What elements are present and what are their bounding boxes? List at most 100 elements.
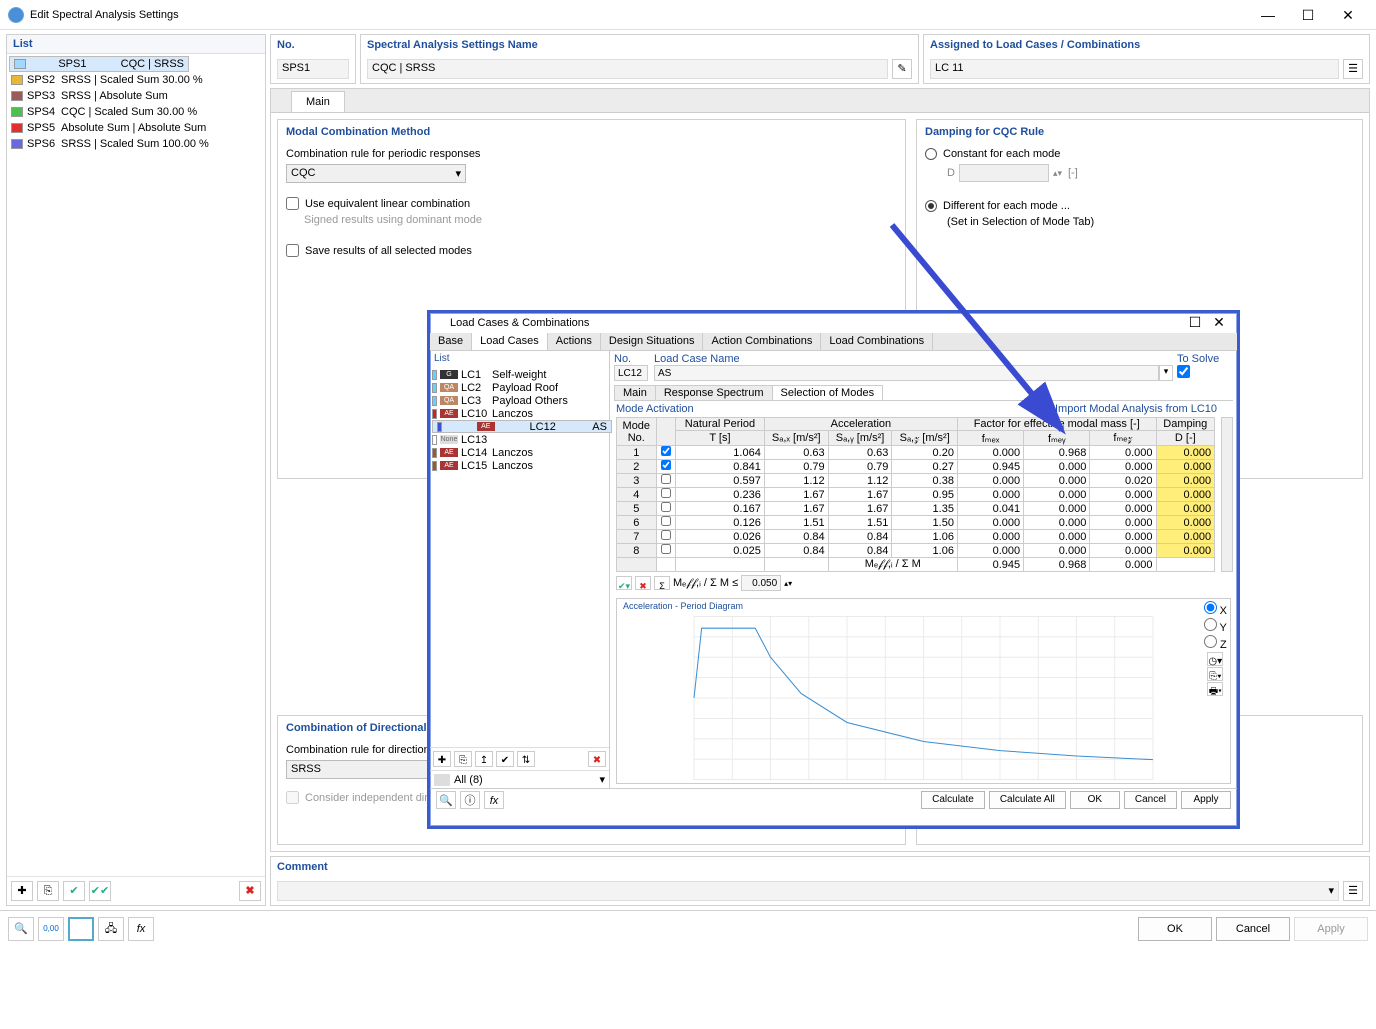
table-scrollbar[interactable] (1221, 417, 1233, 572)
lc-item[interactable]: QALC2Payload Roof (432, 381, 607, 394)
filter-all-icon[interactable] (434, 774, 450, 786)
edit-name-icon[interactable]: ✎ (892, 59, 912, 79)
mass-criteria-label: Mₑ𝒻𝒻,ᵢ / Σ M ≤ (673, 577, 738, 590)
assigned-details-icon[interactable]: ☰ (1343, 59, 1363, 79)
lc-item[interactable]: QALC3Payload Others (432, 394, 607, 407)
tosolve-checkbox[interactable] (1177, 365, 1190, 378)
win2-flag-icon[interactable]: ⓘ (460, 791, 480, 809)
win2-tab[interactable]: Design Situations (601, 333, 704, 350)
units-icon[interactable]: 0,00 (38, 917, 64, 941)
lc-item[interactable]: AELC10Lanczos (432, 407, 607, 420)
chevron-down-icon[interactable]: ▾ (1159, 365, 1173, 381)
search-icon[interactable]: 🔍 (8, 917, 34, 941)
sel-check-icon[interactable]: ✔▾ (616, 576, 632, 590)
lc-copy-icon[interactable]: ⎘ (454, 751, 472, 767)
lc-new-icon[interactable]: ✚ (433, 751, 451, 767)
spinner-icon[interactable]: ▴▾ (784, 579, 792, 588)
constant-mode-radio[interactable] (925, 148, 937, 160)
delete-icon[interactable]: ✖ (239, 881, 261, 901)
lc-delete-icon[interactable]: ✖ (588, 751, 606, 767)
ok-button[interactable]: OK (1138, 917, 1212, 941)
cancel-button[interactable]: Cancel (1216, 917, 1290, 941)
maximize-button[interactable]: ☐ (1288, 1, 1328, 29)
sel-sigma-icon[interactable]: Σ (654, 576, 670, 590)
sps-item[interactable]: SPS6SRSS | Scaled Sum 100.00 % (9, 136, 263, 152)
lc-item[interactable]: AELC12AS (432, 420, 612, 433)
comment-details-icon[interactable]: ☰ (1343, 881, 1363, 901)
assigned-field[interactable]: LC 11 (930, 59, 1339, 79)
win2-tab[interactable]: Load Combinations (821, 333, 933, 350)
win2-max-icon[interactable]: ☐ (1183, 315, 1207, 331)
mass-criteria-field[interactable] (741, 575, 781, 591)
check-all-icon[interactable]: ✔✔ (89, 881, 111, 901)
sel-clear-icon[interactable]: ✖ (635, 576, 651, 590)
chevron-down-icon[interactable]: ▾ (599, 773, 605, 786)
sps-list[interactable]: SPS1CQC | SRSSSPS2SRSS | Scaled Sum 30.0… (7, 54, 265, 876)
close-button[interactable]: ✕ (1328, 1, 1368, 29)
lc-sort-icon[interactable]: ⇅ (517, 751, 535, 767)
app-icon (436, 318, 446, 328)
lc-name-field[interactable] (654, 365, 1159, 381)
win2-cancel-button[interactable]: Cancel (1124, 791, 1177, 809)
win2-apply-button[interactable]: Apply (1181, 791, 1231, 809)
crule-select[interactable]: CQC▾ (286, 164, 466, 183)
win2-tab[interactable]: Load Cases (472, 333, 548, 350)
tosolve-label: To Solve (1177, 353, 1233, 365)
crule-label: Combination rule for periodic responses (286, 148, 897, 160)
minimize-button[interactable]: — (1248, 1, 1288, 29)
no-field[interactable]: SPS1 (277, 59, 349, 79)
win2-ok-button[interactable]: OK (1070, 791, 1120, 809)
name-field[interactable]: CQC | SRSS (367, 59, 888, 79)
save-results-checkbox[interactable] (286, 244, 299, 257)
win2-tab[interactable]: Base (430, 333, 472, 350)
window-title: Edit Spectral Analysis Settings (30, 9, 179, 21)
lc-check-icon[interactable]: ✔ (496, 751, 514, 767)
lc-list[interactable]: GLC1Self-weightQALC2Payload RoofQALC3Pay… (430, 366, 609, 747)
sps-item[interactable]: SPS1CQC | SRSS (9, 56, 189, 72)
copy-icon[interactable]: ⎘ (37, 881, 59, 901)
apply-button: Apply (1294, 917, 1368, 941)
signed-results-label: Signed results using dominant mode (304, 214, 482, 226)
lc-up-icon[interactable]: ↥ (475, 751, 493, 767)
sps-item[interactable]: SPS3SRSS | Absolute Sum (9, 88, 263, 104)
fx-icon[interactable]: fx (128, 917, 154, 941)
mode-table[interactable]: ModeNo.Natural PeriodAccelerationFactor … (616, 417, 1215, 572)
no-label: No. (271, 35, 355, 55)
lc-no-label: No. (614, 353, 650, 365)
list-header: List (7, 35, 265, 54)
calculate-button[interactable]: Calculate (921, 791, 985, 809)
lc-item[interactable]: GLC1Self-weight (432, 368, 607, 381)
sps-item[interactable]: SPS4CQC | Scaled Sum 30.00 % (9, 104, 263, 120)
tab-main[interactable]: Main (291, 91, 345, 112)
lc-filter-all[interactable]: All (8) (454, 774, 483, 786)
lc-item[interactable]: NoneLC13 (432, 433, 607, 446)
win2-subtab[interactable]: Selection of Modes (772, 385, 884, 400)
comment-field[interactable]: ▾ (277, 881, 1339, 901)
win2-tab[interactable]: Action Combinations (703, 333, 821, 350)
win2-search-icon[interactable]: 🔍 (436, 791, 456, 809)
toggle1-icon[interactable] (68, 917, 94, 941)
win2-fx-icon[interactable]: fx (484, 791, 504, 809)
different-mode-radio[interactable] (925, 200, 937, 212)
lc-item[interactable]: AELC14Lanczos (432, 446, 607, 459)
new-icon[interactable]: ✚ (11, 881, 33, 901)
sps-item[interactable]: SPS2SRSS | Scaled Sum 30.00 % (9, 72, 263, 88)
tree-icon[interactable]: 🖧 (98, 917, 124, 941)
D-field (959, 164, 1049, 182)
win2-subtab[interactable]: Main (614, 385, 656, 400)
lc-name-label: Load Case Name (654, 353, 1173, 365)
comment-label: Comment (271, 857, 1369, 877)
win2-subtab[interactable]: Response Spectrum (655, 385, 773, 400)
win2-close-icon[interactable]: ✕ (1207, 315, 1231, 331)
different-mode-sub: (Set in Selection of Mode Tab) (925, 216, 1354, 228)
use-equiv-linear-checkbox[interactable] (286, 197, 299, 210)
calculate-all-button[interactable]: Calculate All (989, 791, 1066, 809)
load-cases-window: Load Cases & Combinations ☐ ✕ BaseLoad C… (427, 310, 1240, 829)
win2-tab[interactable]: Actions (548, 333, 601, 350)
import-modal-link[interactable]: Import Modal Analysis from LC10 (1055, 403, 1217, 415)
sps-item[interactable]: SPS5Absolute Sum | Absolute Sum (9, 120, 263, 136)
lc-list-header: List (430, 351, 609, 366)
check-green-icon[interactable]: ✔ (63, 881, 85, 901)
lc-no-field[interactable] (614, 365, 648, 381)
lc-item[interactable]: AELC15Lanczos (432, 459, 607, 472)
